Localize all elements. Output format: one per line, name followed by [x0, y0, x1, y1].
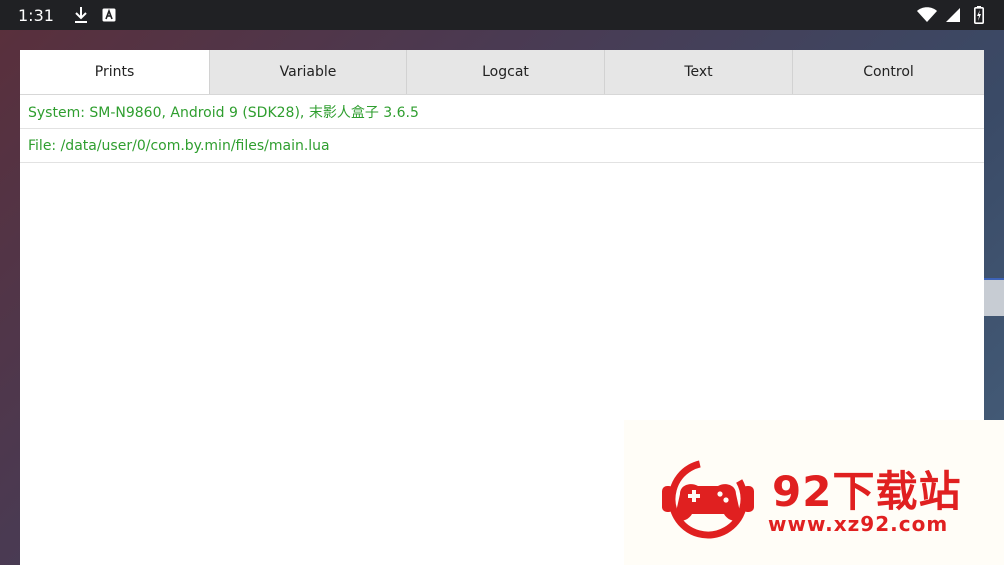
cellular-icon [942, 4, 964, 26]
keyboard-a-icon [98, 4, 120, 26]
wifi-icon [916, 4, 938, 26]
tab-prints[interactable]: Prints [20, 50, 209, 94]
battery-charging-icon [968, 4, 990, 26]
tab-text[interactable]: Text [604, 50, 792, 94]
log-line-file: File: /data/user/0/com.by.min/files/main… [20, 129, 984, 163]
tab-control[interactable]: Control [792, 50, 984, 94]
gamepad-logo-icon [662, 459, 754, 539]
download-icon [70, 4, 92, 26]
status-bar: 1:31 [0, 0, 1004, 30]
watermark-title: 92下载站 [772, 467, 962, 516]
log-line-system: System: SM-N9860, Android 9 (SDK28), 末影人… [20, 95, 984, 129]
watermark: 92下载站 www.xz92.com [624, 420, 1004, 565]
status-right-icons [912, 4, 990, 26]
tab-bar: Prints Variable Logcat Text Control [20, 50, 984, 95]
tab-variable[interactable]: Variable [209, 50, 406, 94]
tab-logcat[interactable]: Logcat [406, 50, 604, 94]
watermark-url: www.xz92.com [768, 512, 949, 536]
status-time: 1:31 [18, 5, 54, 25]
background-window-edge [984, 278, 1004, 316]
